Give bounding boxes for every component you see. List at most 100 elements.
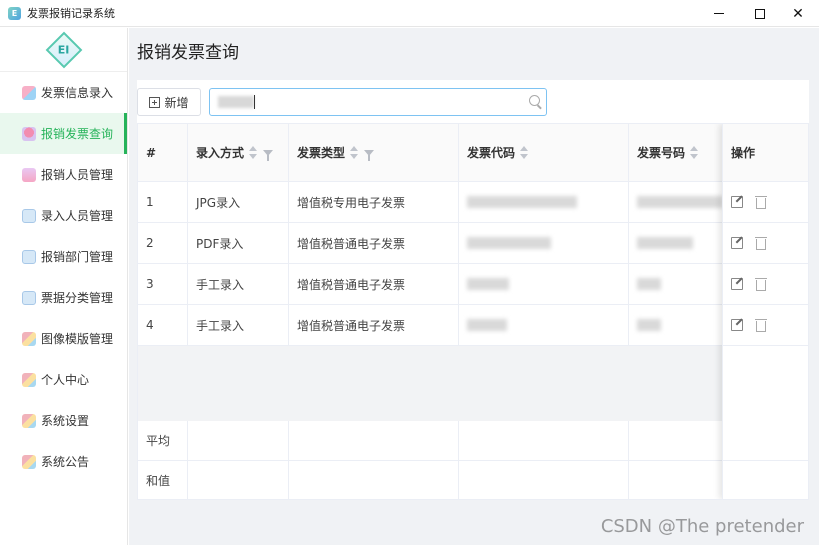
delete-icon[interactable] <box>755 236 767 250</box>
redacted-value <box>467 196 577 208</box>
sidebar-item-label: 报销部门管理 <box>41 250 114 264</box>
column-header-code[interactable]: 发票代码 <box>459 124 629 181</box>
row-code <box>459 305 629 345</box>
edit-icon[interactable] <box>731 237 743 249</box>
redacted-value <box>637 237 693 249</box>
row-code <box>459 264 629 304</box>
sidebar-item-settings[interactable]: 系统设置 <box>0 400 127 441</box>
row-type: 增值税普通电子发票 <box>289 223 459 263</box>
sidebar-item-reimburser[interactable]: 报销人员管理 <box>0 154 127 195</box>
row-number <box>629 182 724 222</box>
sidebar-item-label: 个人中心 <box>41 373 90 387</box>
row-code <box>459 182 629 222</box>
user-center-icon <box>22 372 36 387</box>
watermark: CSDN @The pretender <box>600 516 804 537</box>
actions-column: 操作 <box>722 124 808 499</box>
minimize-button[interactable] <box>697 0 741 27</box>
row-actions <box>723 264 808 305</box>
app-icon: E <box>8 6 21 20</box>
close-button[interactable]: ✕ <box>776 0 819 27</box>
row-type: 增值税专用电子发票 <box>289 182 459 222</box>
sidebar: EI 发票信息录入 报销发票查询 报销人员管理 录入人员管理 报销部门管理 票据… <box>0 28 128 545</box>
row-number <box>629 305 724 345</box>
column-header-number[interactable]: 发票号码 <box>629 124 724 181</box>
sidebar-item-label: 报销发票查询 <box>41 127 114 141</box>
row-index: 3 <box>138 264 188 304</box>
sidebar-item-department[interactable]: 报销部门管理 <box>0 236 127 277</box>
table-header-row: # 录入方式 发票类型 发票代码 发票号码 <box>138 124 808 182</box>
row-method: 手工录入 <box>188 264 289 304</box>
add-button-label: 新增 <box>164 95 189 110</box>
sidebar-item-announcement[interactable]: 系统公告 <box>0 441 127 482</box>
sidebar-item-user-center[interactable]: 个人中心 <box>0 359 127 400</box>
close-icon: ✕ <box>792 5 804 22</box>
summary-label: 和值 <box>138 461 188 499</box>
table-row[interactable]: 4 手工录入 增值税普通电子发票 <box>138 305 808 346</box>
sort-icon[interactable] <box>690 145 699 160</box>
title-bar: E 发票报销记录系统 ✕ <box>0 0 819 27</box>
column-header-label: 发票类型 <box>297 146 346 160</box>
table-row[interactable]: 3 手工录入 增值税普通电子发票 <box>138 264 808 305</box>
row-actions <box>723 305 808 346</box>
column-header-method[interactable]: 录入方式 <box>188 124 289 181</box>
main-content: 报销发票查询 新增 # 录入方式 发票类型 发票代码 发票号码 1 JPG录入 … <box>129 28 819 545</box>
row-method: JPG录入 <box>188 182 289 222</box>
minimize-icon <box>714 13 724 14</box>
edit-icon[interactable] <box>731 196 743 208</box>
announcement-icon <box>22 454 36 469</box>
row-number <box>629 264 724 304</box>
search-icon[interactable] <box>529 95 540 106</box>
table-row[interactable]: 2 PDF录入 增值税普通电子发票 <box>138 223 808 264</box>
sort-icon[interactable] <box>520 145 529 160</box>
edit-icon[interactable] <box>731 319 743 331</box>
delete-icon[interactable] <box>755 277 767 291</box>
row-index: 1 <box>138 182 188 222</box>
sidebar-item-label: 发票信息录入 <box>41 86 114 100</box>
table-empty-area <box>138 346 808 421</box>
summary-label: 平均 <box>138 421 188 460</box>
row-index: 4 <box>138 305 188 345</box>
search-box[interactable] <box>209 88 547 116</box>
row-actions <box>723 223 808 264</box>
row-number <box>629 223 724 263</box>
plus-square-icon <box>149 96 161 108</box>
column-header-label: 发票号码 <box>637 146 686 160</box>
sidebar-item-invoice-query[interactable]: 报销发票查询 <box>0 113 127 154</box>
sidebar-item-invoice-entry[interactable]: 发票信息录入 <box>0 72 127 113</box>
sort-icon[interactable] <box>249 145 258 160</box>
window-title: 发票报销记录系统 <box>27 7 115 20</box>
row-method: PDF录入 <box>188 223 289 263</box>
sidebar-item-category[interactable]: 票据分类管理 <box>0 277 127 318</box>
row-method: 手工录入 <box>188 305 289 345</box>
column-header-label: 录入方式 <box>196 146 245 160</box>
column-header-actions: 操作 <box>723 124 808 182</box>
filter-icon[interactable] <box>364 149 375 161</box>
redacted-value <box>467 278 509 290</box>
column-header-label: 发票代码 <box>467 146 516 160</box>
entry-staff-icon <box>22 208 36 223</box>
sidebar-item-template[interactable]: 图像模版管理 <box>0 318 127 359</box>
search-input[interactable] <box>210 89 510 115</box>
summary-row-sum: 和值 <box>138 461 808 499</box>
delete-icon[interactable] <box>755 195 767 209</box>
redacted-value <box>467 319 507 331</box>
column-header-type[interactable]: 发票类型 <box>289 124 459 181</box>
reimburser-icon <box>22 167 36 182</box>
logo: EI <box>45 31 82 68</box>
edit-icon[interactable] <box>731 278 743 290</box>
add-invoice-button[interactable]: 新增 <box>137 88 201 116</box>
summary-row-average: 平均 <box>138 421 808 461</box>
template-icon <box>22 331 36 346</box>
redacted-search-text <box>218 96 254 108</box>
sidebar-item-label: 图像模版管理 <box>41 332 114 346</box>
sort-icon[interactable] <box>350 145 359 160</box>
settings-icon <box>22 413 36 428</box>
sidebar-item-entry-staff[interactable]: 录入人员管理 <box>0 195 127 236</box>
redacted-value <box>467 237 551 249</box>
delete-icon[interactable] <box>755 318 767 332</box>
sidebar-item-label: 报销人员管理 <box>41 168 114 182</box>
filter-icon[interactable] <box>263 149 274 161</box>
table-row[interactable]: 1 JPG录入 增值税专用电子发票 <box>138 182 808 223</box>
sidebar-item-label: 票据分类管理 <box>41 291 114 305</box>
column-header-index: # <box>138 124 188 181</box>
